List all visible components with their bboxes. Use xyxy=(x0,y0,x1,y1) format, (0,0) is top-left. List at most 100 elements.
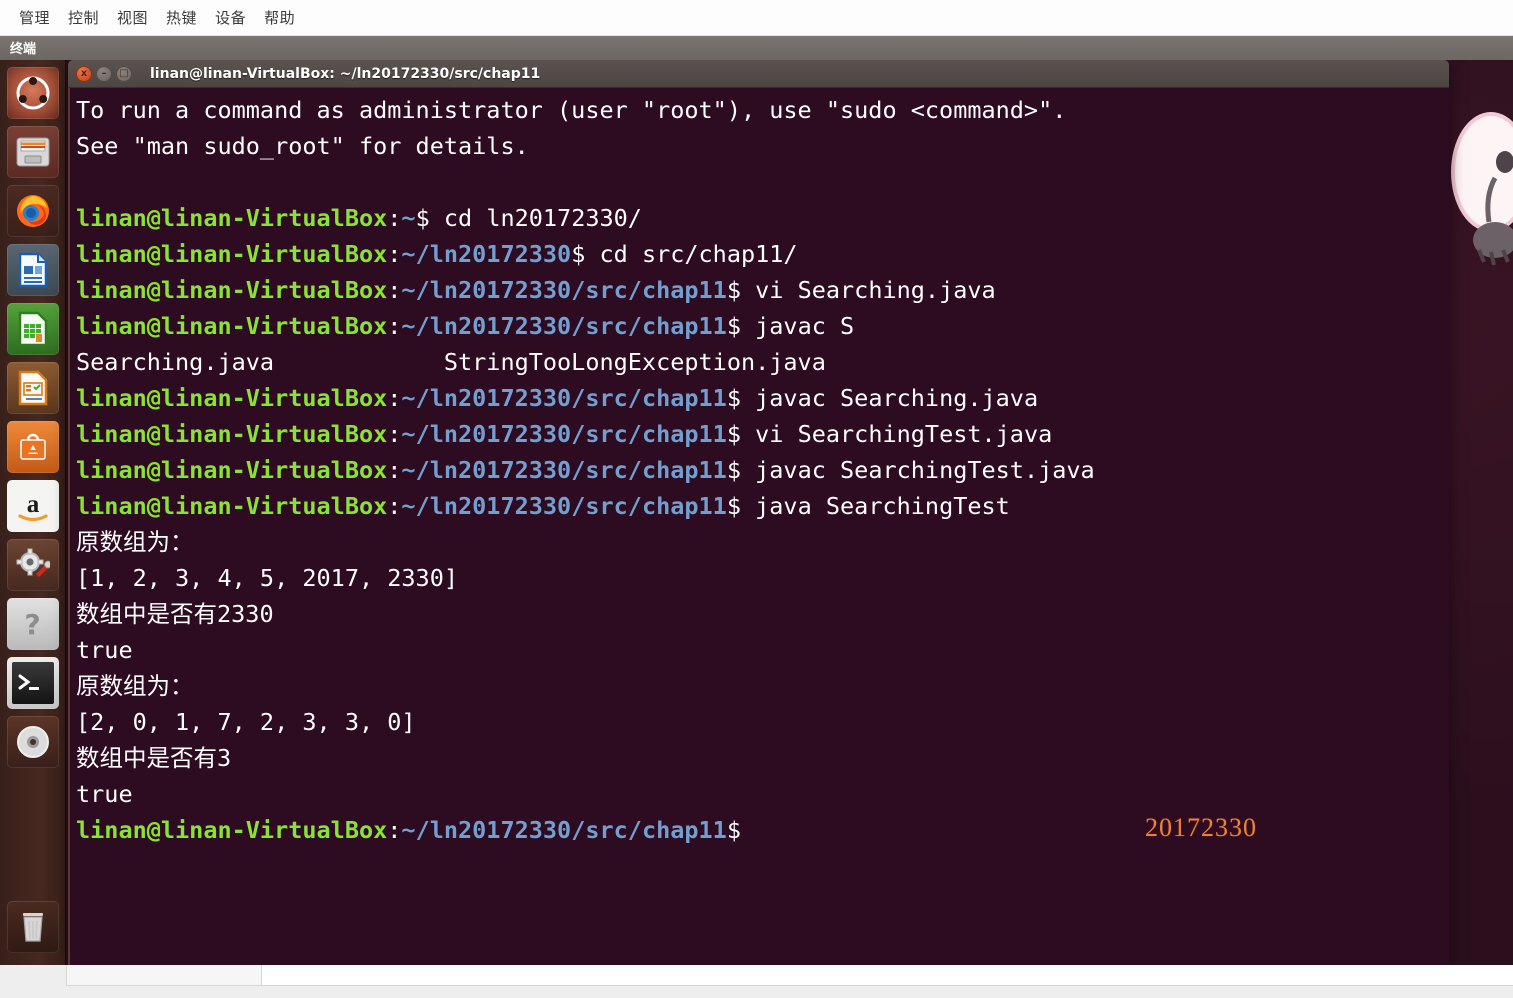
terminal-window[interactable]: x – □ linan@linan-VirtualBox: ~/ln201723… xyxy=(68,60,1449,965)
terminal-text-run: [2, 0, 1, 7, 2, 3, 3, 0] xyxy=(76,708,416,736)
terminal-line: linan@linan-VirtualBox:~/ln20172330$ cd … xyxy=(76,236,1449,272)
terminal-line: [2, 0, 1, 7, 2, 3, 3, 0] xyxy=(76,704,1449,740)
terminal-text-run: : xyxy=(387,816,402,844)
terminal-text-run: : xyxy=(387,276,402,304)
terminal-text-run: ~/ln20172330/src/chap11 xyxy=(401,384,727,412)
close-icon[interactable]: x xyxy=(76,65,92,82)
terminal-text-run: $ java SearchingTest xyxy=(726,492,1010,520)
terminal-text-run: ~/ln20172330/src/chap11 xyxy=(401,420,727,448)
menu-item-view[interactable]: 视图 xyxy=(108,3,157,32)
terminal-line: linan@linan-VirtualBox:~/ln20172330/src/… xyxy=(76,416,1449,452)
terminal-text-run: linan@linan-VirtualBox xyxy=(76,492,388,520)
menu-item-help[interactable]: 帮助 xyxy=(255,3,304,32)
terminal-text-run: ~/ln20172330/src/chap11 xyxy=(401,492,727,520)
terminal-text-run: 数组中是否有3 xyxy=(76,744,232,772)
ubuntu-software-icon[interactable] xyxy=(6,421,59,473)
terminal-text-run: [1, 2, 3, 4, 5, 2017, 2330] xyxy=(76,564,459,592)
terminal-text-run: linan@linan-VirtualBox xyxy=(76,816,388,844)
terminal-line: linan@linan-VirtualBox:~$ cd ln20172330/ xyxy=(76,200,1449,236)
terminal-text-run: : xyxy=(387,204,402,232)
terminal-text-run: ~/ln20172330 xyxy=(401,240,572,268)
libreoffice-writer-icon[interactable] xyxy=(6,244,59,296)
terminal-text-run: linan@linan-VirtualBox xyxy=(76,276,388,304)
terminal-line: 原数组为： xyxy=(76,524,1449,560)
terminal-line: 数组中是否有2330 xyxy=(76,596,1449,632)
amazon-icon[interactable]: a xyxy=(6,480,59,532)
terminal-text-run: true xyxy=(76,780,133,808)
terminal-text-run: linan@linan-VirtualBox xyxy=(76,204,388,232)
help-icon[interactable]: ? xyxy=(6,598,59,650)
tab-terminal[interactable]: 终端 xyxy=(0,36,48,60)
terminal-text-run: 原数组为： xyxy=(76,672,194,700)
ubuntu-dash-icon[interactable] xyxy=(6,67,59,119)
terminal-text-run: : xyxy=(387,456,402,484)
terminal-text-run: ~ xyxy=(401,204,416,232)
terminal-line: [1, 2, 3, 4, 5, 2017, 2330] xyxy=(76,560,1449,596)
terminal-text-run: : xyxy=(387,240,402,268)
terminal-text-run: See "man sudo_root" for details. xyxy=(76,132,529,160)
terminal-text-run: $ xyxy=(726,816,756,844)
terminal-line: 原数组为： xyxy=(76,668,1449,704)
terminal-text-run: : xyxy=(387,492,402,520)
system-settings-icon[interactable] xyxy=(6,539,59,591)
terminal-text-run: $ javac SearchingTest.java xyxy=(726,456,1095,484)
unity-launcher[interactable]: a ? xyxy=(0,60,66,965)
disc-icon[interactable] xyxy=(6,716,59,768)
terminal-output: To run a command as administrator (user … xyxy=(76,92,1449,848)
terminal-text-run: ~/ln20172330/src/chap11 xyxy=(401,276,727,304)
terminal-text-run: linan@linan-VirtualBox xyxy=(76,240,388,268)
terminal-text-run: linan@linan-VirtualBox xyxy=(76,312,388,340)
terminal-line: To run a command as administrator (user … xyxy=(76,92,1449,128)
terminal-line: Searching.java StringTooLongException.ja… xyxy=(76,344,1449,380)
terminal-line: linan@linan-VirtualBox:~/ln20172330/src/… xyxy=(76,488,1449,524)
virtualbox-tabbar: 终端 xyxy=(0,36,1513,60)
terminal-text-run: $ vi Searching.java xyxy=(726,276,996,304)
terminal-text-run: $ vi SearchingTest.java xyxy=(726,420,1053,448)
terminal-text-run: $ cd src/chap11/ xyxy=(571,240,798,268)
maximize-icon[interactable]: □ xyxy=(116,65,132,82)
svg-text:a: a xyxy=(26,491,39,518)
terminal-text-run: $ javac S xyxy=(726,312,855,340)
terminal-body[interactable]: To run a command as administrator (user … xyxy=(68,88,1449,965)
virtualbox-menubar: 管理 控制 视图 热键 设备 帮助 xyxy=(0,0,1513,36)
terminal-line: linan@linan-VirtualBox:~/ln20172330/src/… xyxy=(76,272,1449,308)
menu-item-devices[interactable]: 设备 xyxy=(206,3,255,32)
menu-item-manage[interactable]: 管理 xyxy=(10,3,59,32)
wallpaper-creature-icon xyxy=(1439,100,1513,310)
terminal-line: 数组中是否有3 xyxy=(76,740,1449,776)
minimize-icon[interactable]: – xyxy=(96,65,112,82)
terminal-text-run: ~/ln20172330/src/chap11 xyxy=(401,312,727,340)
trash-icon[interactable] xyxy=(7,901,59,953)
terminal-line: See "man sudo_root" for details. xyxy=(76,128,1449,164)
terminal-text-run: : xyxy=(387,384,402,412)
terminal-titlebar[interactable]: x – □ linan@linan-VirtualBox: ~/ln201723… xyxy=(68,60,1449,88)
terminal-text-run: linan@linan-VirtualBox xyxy=(76,420,388,448)
terminal-icon[interactable] xyxy=(6,657,59,709)
help-question-glyph: ? xyxy=(24,607,41,641)
terminal-text-run: ~/ln20172330/src/chap11 xyxy=(401,816,727,844)
files-icon[interactable] xyxy=(6,126,59,178)
terminal-line: true xyxy=(76,632,1449,668)
terminal-title: linan@linan-VirtualBox: ~/ln20172330/src… xyxy=(150,65,541,82)
terminal-text-run: linan@linan-VirtualBox xyxy=(76,456,388,484)
libreoffice-impress-icon[interactable] xyxy=(6,362,59,414)
bottom-panel-right xyxy=(262,965,1513,986)
terminal-text-run: ~/ln20172330/src/chap11 xyxy=(401,456,727,484)
terminal-text-run: 数组中是否有2330 xyxy=(76,600,274,628)
libreoffice-calc-icon[interactable] xyxy=(6,303,59,355)
terminal-line: true xyxy=(76,776,1449,812)
terminal-text-run: true xyxy=(76,636,133,664)
watermark-label: 20172330 xyxy=(1145,813,1257,842)
terminal-text-run: $ cd ln20172330/ xyxy=(415,204,642,232)
terminal-text-run: : xyxy=(387,420,402,448)
bottom-panel-left xyxy=(66,965,262,986)
firefox-icon[interactable] xyxy=(6,185,59,237)
menu-item-control[interactable]: 控制 xyxy=(59,3,108,32)
menu-item-hotkeys[interactable]: 热键 xyxy=(157,3,206,32)
terminal-text-run: 原数组为： xyxy=(76,528,194,556)
guest-desktop: a ? x – □ linan@linan-VirtualBox: ~/ln20… xyxy=(0,60,1513,965)
terminal-line: linan@linan-VirtualBox:~/ln20172330/src/… xyxy=(76,452,1449,488)
terminal-text-run: linan@linan-VirtualBox xyxy=(76,384,388,412)
terminal-text-run: $ javac Searching.java xyxy=(726,384,1039,412)
